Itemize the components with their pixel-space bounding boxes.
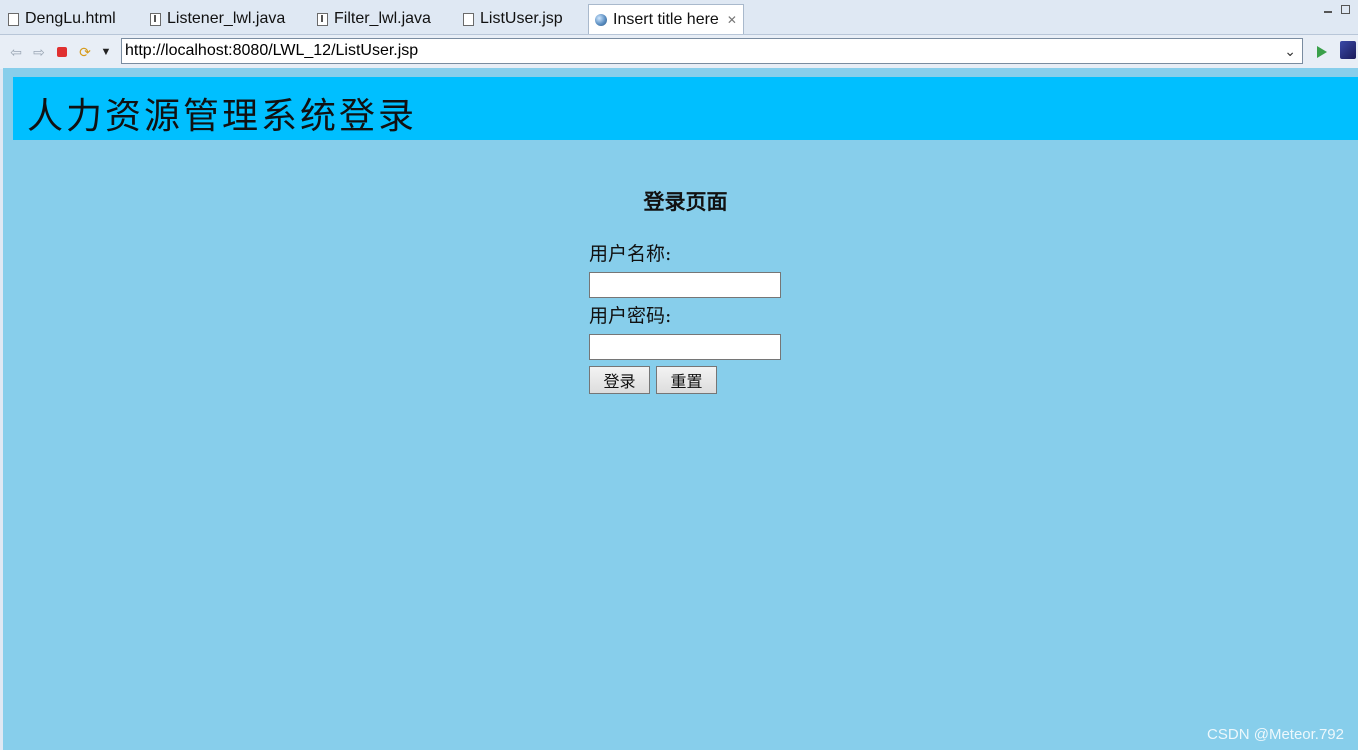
- login-form: 用户名称: 用户密码: 登录 重置: [589, 240, 829, 394]
- tab-label: Filter_lwl.java: [334, 10, 431, 27]
- html-file-icon: [8, 12, 19, 26]
- ide-window: DengLu.html Listener_lwl.java Filter_lwl…: [0, 0, 1358, 750]
- page-header-title: 人力资源管理系统登录: [27, 96, 418, 137]
- minimize-icon[interactable]: [1323, 5, 1333, 14]
- url-history-chevron-icon[interactable]: ⌄: [1284, 43, 1296, 60]
- java-file-icon: [317, 12, 328, 26]
- tab-label: Listener_lwl.java: [167, 10, 286, 27]
- password-label: 用户密码:: [589, 305, 672, 327]
- username-input[interactable]: [589, 272, 781, 298]
- reset-button[interactable]: 重置: [656, 366, 717, 394]
- login-page-title: 登录页面: [643, 189, 728, 214]
- watermark: CSDN @Meteor.792: [1207, 726, 1344, 743]
- refresh-icon[interactable]: ⟳: [77, 44, 93, 60]
- page-header-banner: 人力资源管理系统登录: [13, 77, 1358, 140]
- browser-viewport: 人力资源管理系统登录 登录页面 用户名称: 用户密码: 登录 重置 CSDN @…: [3, 68, 1358, 750]
- editor-tab-bar: DengLu.html Listener_lwl.java Filter_lwl…: [0, 0, 1358, 35]
- external-browser-icon[interactable]: [1340, 41, 1356, 59]
- stop-icon[interactable]: [54, 44, 70, 60]
- tab-label: Insert title here: [613, 10, 719, 28]
- login-button[interactable]: 登录: [589, 366, 650, 394]
- password-input[interactable]: [589, 334, 781, 360]
- view-window-controls: [1323, 5, 1350, 14]
- close-tab-icon[interactable]: ✕: [727, 13, 737, 27]
- form-button-row: 登录 重置: [589, 366, 829, 394]
- url-input[interactable]: [122, 41, 1267, 61]
- tab-label: DengLu.html: [25, 10, 116, 27]
- jsp-file-icon: [463, 12, 474, 26]
- url-bar[interactable]: ⌄: [121, 38, 1303, 64]
- globe-icon: [595, 13, 607, 26]
- tab-listener-java[interactable]: Listener_lwl.java: [150, 5, 285, 33]
- tab-insert-title-here[interactable]: Insert title here ✕: [588, 4, 744, 34]
- tab-listuser-jsp[interactable]: ListUser.jsp: [463, 5, 563, 33]
- username-label: 用户名称:: [589, 243, 672, 265]
- forward-arrow-icon[interactable]: ⇨: [31, 44, 47, 60]
- go-icon[interactable]: [1314, 44, 1330, 60]
- maximize-icon[interactable]: [1341, 5, 1350, 14]
- tab-filter-java[interactable]: Filter_lwl.java: [317, 5, 431, 33]
- back-arrow-icon[interactable]: ⇦: [8, 44, 24, 60]
- tab-denglu-html[interactable]: DengLu.html: [8, 5, 116, 33]
- tab-label: ListUser.jsp: [480, 10, 563, 27]
- java-file-icon: [150, 12, 161, 26]
- browser-toolbar: ⇦ ⇨ ⟳ ▼ ⌄: [0, 35, 1358, 69]
- dropdown-arrow-icon[interactable]: ▼: [98, 44, 114, 60]
